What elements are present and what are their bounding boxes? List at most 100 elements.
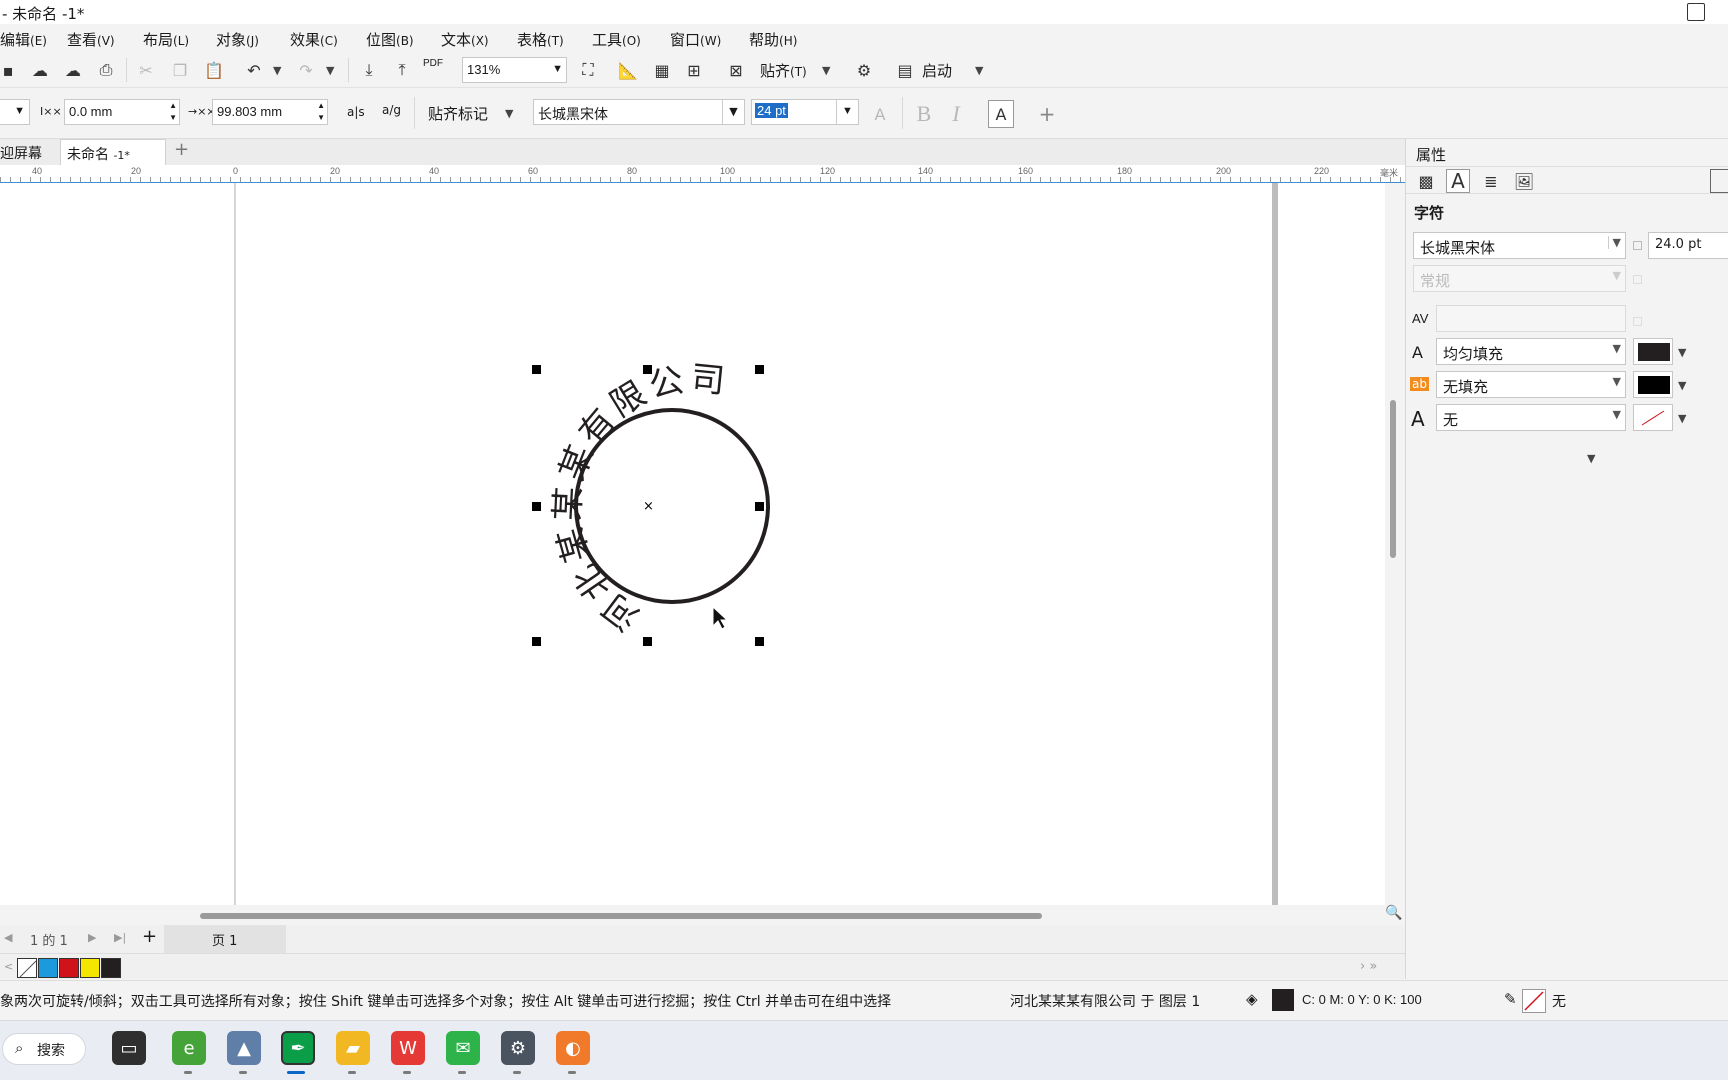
import-icon[interactable]: ⤓ [357, 58, 381, 82]
menu-tools[interactable]: 工具(O) [592, 29, 641, 50]
swatch-black[interactable] [101, 958, 121, 978]
text-fill-color-picker[interactable] [1633, 338, 1673, 365]
add-tab-button[interactable]: + [168, 139, 195, 165]
snap-off-icon[interactable]: ⊠ [724, 58, 748, 82]
lock-checkbox[interactable] [1633, 241, 1642, 250]
wechat-icon[interactable]: ✉ [446, 1031, 480, 1065]
mirror-vertical-icon[interactable]: a/g [382, 103, 401, 117]
swatch-red[interactable] [59, 958, 79, 978]
menu-bitmap[interactable]: 位图(B) [366, 29, 414, 50]
undo-dropdown-icon[interactable]: ▼ [273, 64, 281, 77]
add-icon[interactable]: + [1035, 102, 1059, 126]
stepper-icon[interactable]: ▲ ▼ [169, 100, 177, 124]
cloud-upload-icon[interactable]: ☁ [61, 58, 85, 82]
cloud-download-icon[interactable]: ☁ [28, 58, 52, 82]
chevron-down-icon[interactable]: ▼ [1678, 346, 1686, 359]
text-offset-field[interactable]: 0.0 mm ▲ ▼ [64, 99, 180, 125]
redo-dropdown-icon[interactable]: ▼ [326, 64, 334, 77]
background-fill-color-picker[interactable] [1633, 371, 1673, 398]
paste-icon[interactable]: 📋 [202, 58, 226, 82]
launch-dropdown-icon[interactable]: ▼ [975, 64, 983, 77]
launch-button[interactable]: 启动 [922, 60, 952, 81]
chevron-down-icon[interactable]: ▼ [1678, 412, 1686, 425]
font-style-dropdown[interactable]: 常规 ▼ [1413, 265, 1626, 292]
kerning-checkbox[interactable] [1633, 317, 1642, 326]
snap-marks-dropdown-icon[interactable]: ▼ [505, 107, 513, 120]
docker-options-icon[interactable] [1710, 169, 1728, 193]
fill-color-swatch[interactable] [1272, 989, 1294, 1011]
mirror-horizontal-icon[interactable]: a|s [347, 105, 365, 119]
character-formatting-icon[interactable]: A [988, 100, 1014, 128]
coreldraw-icon[interactable]: ✒ [281, 1031, 315, 1065]
last-page-icon[interactable]: ▶| [114, 931, 126, 944]
distance-field[interactable]: 99.803 mm ▲ ▼ [212, 99, 328, 125]
vertical-scrollbar[interactable] [1390, 400, 1396, 558]
frame-tab-icon[interactable]: 🖼 [1512, 169, 1536, 193]
palette-scroll-left-icon[interactable]: < [4, 960, 13, 973]
paragraph-tab-icon[interactable]: ≣ [1479, 169, 1503, 193]
bold-button[interactable]: B [912, 101, 936, 126]
copy-icon[interactable]: ❐ [168, 58, 192, 82]
zoom-level-field[interactable]: 131% ▼ [462, 57, 567, 83]
cut-icon[interactable]: ✂ [134, 58, 158, 82]
artwork[interactable]: 河北某某某有限公司 × [0, 183, 1385, 905]
kerning-field[interactable] [1436, 305, 1626, 332]
show-grid-icon[interactable]: ▦ [650, 58, 674, 82]
outline-color-picker[interactable] [1633, 404, 1673, 431]
show-guidelines-icon[interactable]: ⊞ [682, 58, 706, 82]
task-view-icon[interactable]: ▭ [112, 1031, 146, 1065]
undo-icon[interactable]: ↶ [242, 58, 266, 82]
zoom-navigator-icon[interactable]: 🔍 [1385, 905, 1402, 921]
stepper-icon[interactable]: ▲ ▼ [317, 100, 325, 124]
settings-gear-icon[interactable]: ⚙ [501, 1031, 535, 1065]
orientation-dropdown[interactable]: ▼ [0, 99, 30, 125]
zoom-dropdown-icon[interactable]: ▼ [552, 63, 563, 75]
swatch-yellow[interactable] [80, 958, 100, 978]
menu-object[interactable]: 对象(J) [216, 29, 259, 50]
font-size-dropdown[interactable]: 24 pt ▼ [751, 99, 859, 125]
show-rulers-icon[interactable]: 📐 [616, 58, 640, 82]
export-pdf-icon[interactable]: PDF [423, 58, 443, 69]
menu-table[interactable]: 表格(T) [517, 29, 564, 50]
style-checkbox[interactable] [1633, 275, 1642, 284]
save-icon[interactable]: ▪ [0, 58, 20, 82]
next-page-icon[interactable]: ▶ [88, 931, 96, 944]
expand-more-icon[interactable]: ▼ [1587, 452, 1595, 465]
font-scale-icon[interactable]: A [868, 102, 892, 126]
export-icon[interactable]: ⤒ [390, 58, 414, 82]
menu-layout[interactable]: 布局(L) [143, 29, 189, 50]
menu-text[interactable]: 文本(X) [441, 29, 489, 50]
background-fill-type-dropdown[interactable]: 无填充 ▼ [1436, 371, 1626, 398]
add-page-button[interactable]: + [142, 926, 157, 947]
fill-tab-icon[interactable]: ▩ [1414, 169, 1438, 193]
image-viewer-icon[interactable]: ▲ [227, 1031, 261, 1065]
outline-width-dropdown[interactable]: 无 ▼ [1436, 404, 1626, 431]
wps-office-icon[interactable]: W [391, 1031, 425, 1065]
handle-bottom-left[interactable] [532, 637, 541, 646]
swatch-none[interactable] [17, 958, 37, 978]
file-explorer-icon[interactable]: ▰ [336, 1031, 370, 1065]
browser-icon[interactable]: e [172, 1031, 206, 1065]
zoom-to-page-icon[interactable]: ⛶ [576, 58, 600, 82]
options-gear-icon[interactable]: ⚙ [852, 58, 876, 82]
handle-middle-right[interactable] [755, 502, 764, 511]
menu-view[interactable]: 查看(V) [67, 29, 115, 50]
launch-icon[interactable]: ▤ [893, 58, 917, 82]
page-tab-1[interactable]: 页 1 [164, 925, 286, 953]
palette-scroll-right-icon[interactable]: › » [1360, 959, 1377, 974]
first-page-icon[interactable]: ◀ [4, 931, 12, 944]
snap-to-button[interactable]: 贴齐(T) [760, 60, 807, 81]
taskbar-search[interactable]: ⌕ 搜索 [2, 1033, 86, 1065]
chevron-down-icon[interactable]: ▼ [1678, 379, 1686, 392]
handle-bottom-right[interactable] [755, 637, 764, 646]
character-tab-icon[interactable]: A [1446, 169, 1470, 193]
horizontal-scrollbar[interactable] [200, 913, 1042, 919]
snap-marks-button[interactable]: 贴齐标记 [428, 103, 488, 124]
text-fill-type-dropdown[interactable]: 均匀填充 ▼ [1436, 338, 1626, 365]
redo-icon[interactable]: ↷ [294, 58, 318, 82]
docker-font-size-field[interactable]: 24.0 pt [1648, 232, 1728, 259]
print-icon[interactable]: ⎙ [94, 58, 118, 82]
tab-current-document[interactable]: 未命名 -1* [60, 139, 166, 165]
italic-button[interactable]: I [944, 101, 968, 126]
menu-effects[interactable]: 效果(C) [290, 29, 338, 50]
